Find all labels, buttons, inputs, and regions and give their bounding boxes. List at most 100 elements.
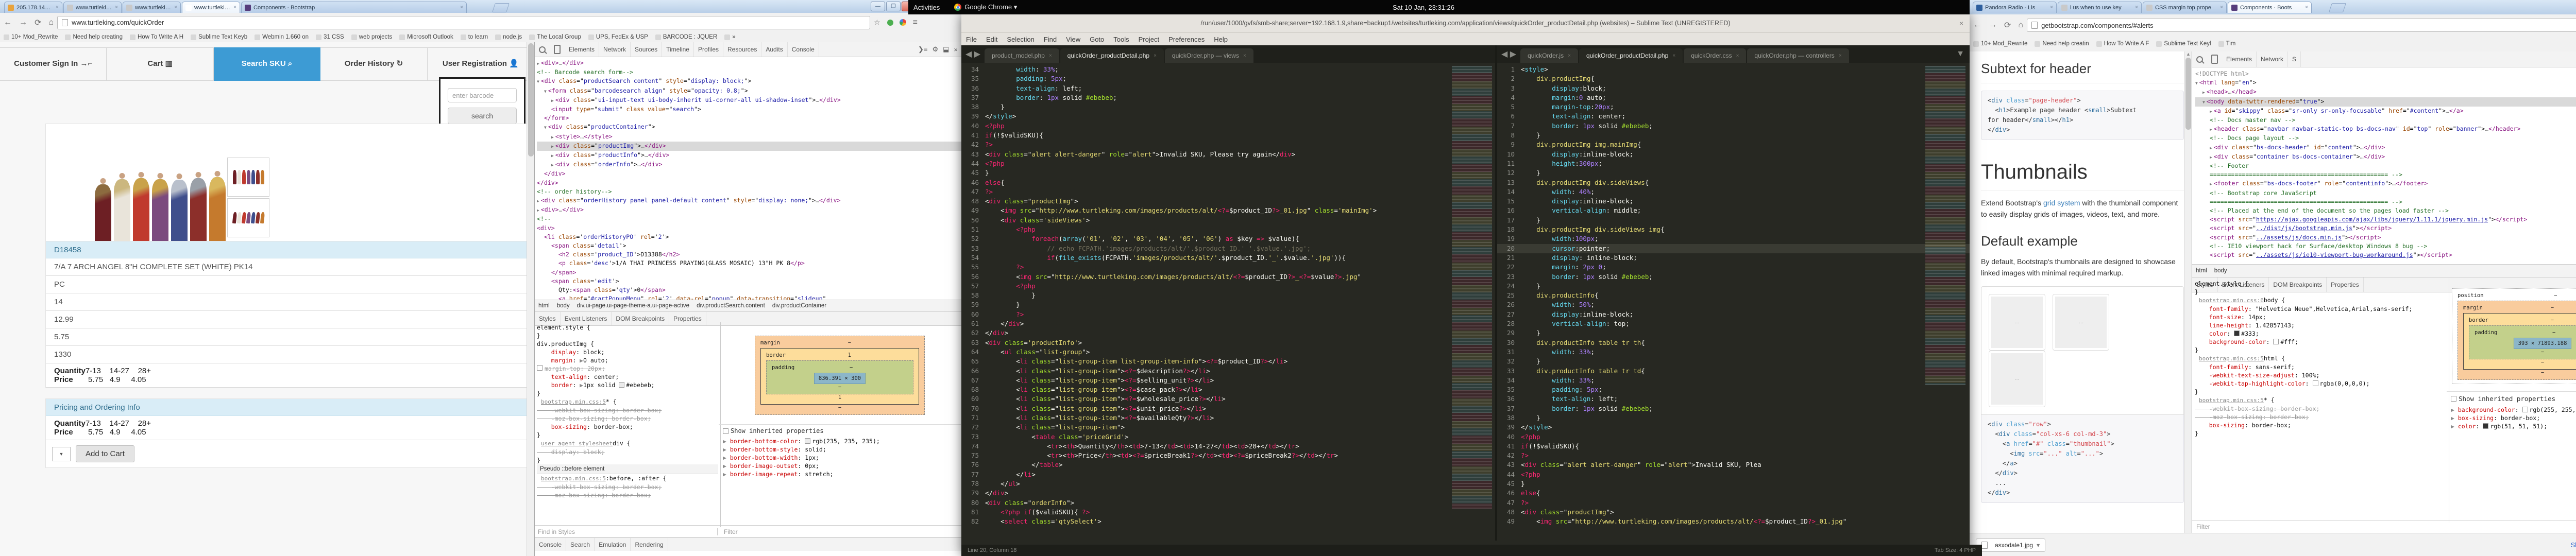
- sublime-tab[interactable]: quickOrder_productDetail.php×: [1579, 48, 1683, 63]
- console-drawer-tab[interactable]: Console: [535, 538, 566, 551]
- devtools-tab[interactable]: Profiles: [694, 42, 723, 57]
- inspect-icon[interactable]: [539, 46, 546, 53]
- sublime-menu-item[interactable]: Help: [1214, 36, 1228, 43]
- browser-tab[interactable]: CSS margin top prope ×: [2143, 2, 2227, 13]
- barcode-input[interactable]: enter barcode: [448, 88, 517, 102]
- page-scrollbar[interactable]: ▲: [2184, 51, 2192, 533]
- tab-close-icon[interactable]: ×: [1839, 53, 1842, 59]
- browser-tab[interactable]: Pandora Radio - Lis ×: [1973, 2, 2057, 13]
- styles-pane[interactable]: element.style {}bootstrap.min.css:6body …: [2192, 278, 2449, 523]
- boxmodel-padding[interactable]: padding− 836.391 × 300 −: [766, 360, 913, 394]
- breadcrumb-item[interactable]: body: [2211, 266, 2231, 275]
- site-nav-button[interactable]: Search SKU ⌕: [214, 47, 320, 81]
- sublime-right-code[interactable]: 1<style>2 div.productImg{3 display:block…: [1497, 63, 1970, 528]
- tab-close-icon[interactable]: ×: [460, 5, 463, 10]
- computed-style-list[interactable]: ▶ background-color: rgb(255, 255, 255);▶…: [2447, 406, 2576, 430]
- reload-icon[interactable]: ⟳: [2004, 20, 2011, 30]
- address-bar[interactable]: getbootstrap.com/components/#alerts: [2027, 19, 2576, 32]
- devtools-tab[interactable]: Elements: [2222, 51, 2257, 67]
- site-nav-button[interactable]: Order History ↻: [320, 47, 427, 81]
- thumbnail-placeholder[interactable]: …: [1989, 294, 2045, 351]
- devtools-tab[interactable]: Audits: [761, 42, 787, 57]
- page-scrollbar[interactable]: [527, 42, 535, 556]
- back-icon[interactable]: ←: [1973, 21, 1981, 30]
- forward-icon[interactable]: →: [1989, 21, 1997, 30]
- device-mode-icon[interactable]: [2211, 55, 2218, 64]
- find-in-styles-input[interactable]: Find in Styles: [535, 528, 717, 535]
- filter-input[interactable]: Filter: [2192, 523, 2210, 530]
- dock-side-icon[interactable]: ⬓: [943, 45, 949, 54]
- boxmodel-content[interactable]: 393 × 71893.188: [2514, 338, 2572, 349]
- sublime-left-code[interactable]: 34 width: 33%;35 padding: 5px;36 text-al…: [961, 63, 1495, 528]
- computed-style-list[interactable]: ▶ border-bottom-color: rgb(235, 235, 235…: [719, 437, 961, 478]
- devtools-tab[interactable]: Timeline: [662, 42, 694, 57]
- tab-close-icon[interactable]: ×: [1672, 53, 1675, 59]
- bookmark-item[interactable]: Microsoft Outlook: [399, 34, 453, 40]
- devtools-tab[interactable]: Network: [599, 42, 631, 57]
- boxmodel-margin[interactable]: margin− border− padding− 393 × 71893.188…: [2458, 301, 2576, 380]
- thumbnail-placeholder[interactable]: …: [1989, 351, 2045, 407]
- console-drawer-tab[interactable]: Search: [566, 538, 595, 551]
- search-button[interactable]: search: [448, 108, 517, 124]
- tab-close-icon[interactable]: ×: [2050, 5, 2053, 10]
- quantity-dropdown[interactable]: ▼: [52, 447, 71, 461]
- filter-input[interactable]: Filter: [717, 528, 738, 535]
- bookmark-item[interactable]: UPS, FedEx & USP: [588, 34, 648, 40]
- bookmark-item[interactable]: BARCODE : JQUER: [655, 34, 717, 40]
- sublime-tab[interactable]: quickOrder_productDetail.php×: [1060, 48, 1164, 63]
- browser-tab[interactable]: 205.178.146.105 ×: [4, 2, 62, 13]
- thumbnail-placeholder[interactable]: …: [2053, 294, 2109, 351]
- console-drawer-tab[interactable]: Rendering: [631, 538, 668, 551]
- bookmark-item[interactable]: to learn: [461, 34, 488, 40]
- tab-close-icon[interactable]: ×: [1568, 53, 1571, 59]
- menu-icon[interactable]: ≡: [913, 18, 918, 27]
- browser-tab[interactable]: www.turtleking.com ×: [63, 2, 122, 13]
- sublime-menu-item[interactable]: Tools: [1113, 36, 1129, 43]
- sublime-menu-item[interactable]: Find: [1044, 36, 1057, 43]
- tab-close-icon[interactable]: ×: [2220, 5, 2223, 10]
- new-tab-button[interactable]: [492, 3, 510, 12]
- activities-button[interactable]: Activities: [913, 4, 940, 11]
- address-bar[interactable]: www.turtleking.com/quickOrder: [57, 16, 870, 29]
- sublime-tab[interactable]: quickOrder.php — views×: [1165, 48, 1253, 63]
- tab-close-icon[interactable]: ×: [2305, 5, 2308, 10]
- extension-circle-icon[interactable]: [900, 19, 906, 26]
- tab-nav-arrows[interactable]: ◀ ▶: [1501, 49, 1516, 59]
- bookmark-item[interactable]: Need help creating: [65, 34, 123, 40]
- download-item[interactable]: asxodale1.jpg ▾: [1976, 538, 2045, 552]
- product-thumbnail-1[interactable]: [227, 158, 269, 197]
- devtools-close-icon[interactable]: ×: [954, 46, 958, 54]
- home-icon[interactable]: ⌂: [48, 18, 54, 27]
- show-inherited-checkbox[interactable]: [723, 428, 728, 434]
- home-icon[interactable]: ⌂: [2018, 21, 2023, 30]
- bookmark-item[interactable]: 31 CSS: [316, 34, 344, 40]
- site-nav-button[interactable]: Customer Sign In →⌐: [0, 47, 107, 81]
- sublime-menu-item[interactable]: Project: [1139, 36, 1159, 43]
- tab-close-icon[interactable]: ×: [1154, 53, 1157, 59]
- breadcrumb-item[interactable]: div.productContainer: [769, 301, 830, 310]
- boxmodel-position[interactable]: position− margin− border− padding− 393 ×…: [2452, 288, 2576, 384]
- site-nav-button[interactable]: User Registration 👤: [428, 47, 527, 81]
- tab-nav-arrows[interactable]: ◀ ▶: [965, 49, 980, 59]
- boxmodel-border[interactable]: border− padding− 393 × 71893.188 − −: [2463, 313, 2576, 370]
- gnome-clock[interactable]: Sat 10 Jan, 23:31:26: [1393, 4, 1454, 11]
- tab-close-icon[interactable]: ×: [2135, 5, 2138, 10]
- show-all-downloads-link[interactable]: Show all downloads...: [2571, 542, 2576, 549]
- devtools-tab[interactable]: Resources: [723, 42, 761, 57]
- sublime-tab[interactable]: quickOrder.php — controllers×: [1747, 48, 1849, 63]
- grid-system-link[interactable]: grid system: [2043, 199, 2080, 207]
- sublime-right-minimap[interactable]: [1925, 66, 1965, 385]
- bookmark-item[interactable]: How To Write A H: [130, 34, 183, 40]
- tab-close-icon[interactable]: ×: [115, 5, 118, 10]
- extension-dot-icon[interactable]: [887, 20, 893, 26]
- styles-pane[interactable]: element.style {}div.productImg { display…: [535, 322, 721, 527]
- bookmark-item[interactable]: Sublime Text Keyb: [191, 34, 247, 40]
- bookmark-item[interactable]: 10+ Mod_Rewrite: [1973, 41, 2027, 47]
- devtools-tab[interactable]: Console: [788, 42, 819, 57]
- sublime-menu-item[interactable]: Preferences: [1168, 36, 1205, 43]
- sublime-tab[interactable]: product_model.php×: [985, 48, 1059, 63]
- sublime-close-icon[interactable]: ×: [1959, 19, 1963, 27]
- inspect-icon[interactable]: [2196, 56, 2203, 63]
- forward-icon[interactable]: →: [19, 18, 27, 27]
- boxmodel-content[interactable]: 836.391 × 300: [814, 373, 866, 384]
